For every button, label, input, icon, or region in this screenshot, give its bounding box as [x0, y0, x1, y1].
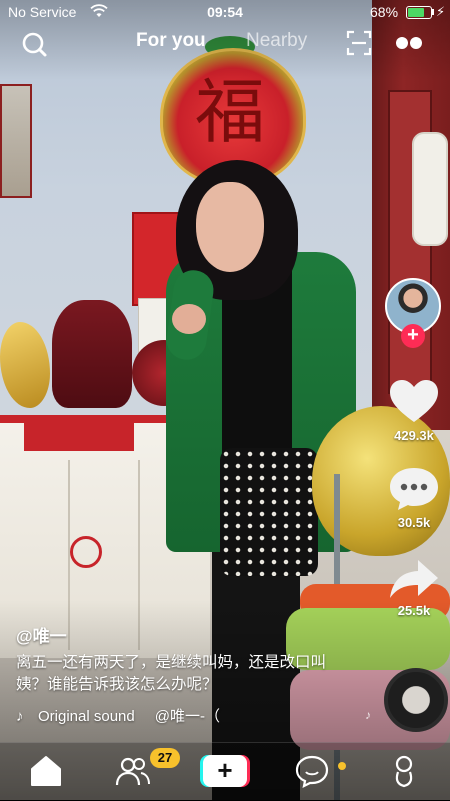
cabinet-drawer — [24, 415, 134, 451]
share-count: 25.5k — [397, 603, 431, 618]
wall-poster — [0, 84, 32, 198]
battery-percent: 68% — [370, 4, 399, 20]
share-icon[interactable] — [386, 556, 442, 602]
sound-link[interactable]: ♪ Original sound @唯一-（ — [16, 705, 276, 727]
status-bar: No Service 09:54 68% ⚡ — [0, 0, 450, 26]
battery-level — [408, 8, 425, 17]
tab-nearby[interactable]: Nearby — [246, 30, 307, 52]
follow-plus-icon[interactable]: + — [401, 324, 425, 348]
battery-icon — [406, 6, 432, 19]
sound-artist: @唯一-（ — [154, 708, 220, 725]
profile-icon[interactable] — [384, 751, 424, 791]
like-count: 429.3k — [394, 428, 434, 443]
handbag — [220, 448, 318, 576]
person-hand — [172, 304, 206, 334]
music-disc-icon[interactable] — [384, 668, 448, 732]
fu-character: 福 — [195, 71, 265, 153]
inbox-dot — [338, 762, 346, 770]
inbox-icon[interactable] — [292, 751, 332, 791]
sound-title: Original sound — [38, 708, 135, 725]
creator-username[interactable]: @唯一 — [16, 622, 67, 647]
home-icon[interactable] — [26, 751, 66, 791]
scan-icon[interactable] — [346, 30, 372, 56]
horse-statue — [52, 300, 132, 408]
music-note-icon: ♪ — [365, 708, 371, 722]
video-caption: 离五一还有两天了，是继续叫妈，还是改口叫姨？谁能告诉我该怎么办呢？ — [16, 654, 327, 693]
bottom-tab-bar: + — [0, 742, 450, 801]
bolt-icon: ⚡ — [436, 4, 446, 19]
tab-for-you[interactable]: For you — [136, 30, 206, 52]
friends-icon[interactable] — [113, 751, 153, 791]
comment-icon[interactable] — [386, 466, 442, 512]
wall-phone — [412, 132, 448, 246]
person-face — [196, 182, 264, 272]
friends-badge: 27 — [150, 748, 180, 768]
more-icon[interactable] — [394, 32, 424, 54]
create-button[interactable]: + — [200, 755, 250, 787]
cabinet-ornament — [70, 536, 102, 568]
search-icon[interactable] — [20, 30, 48, 58]
battery-tip — [432, 9, 434, 15]
heart-icon[interactable] — [386, 378, 442, 424]
create-plus: + — [203, 755, 247, 787]
comment-count: 30.5k — [397, 515, 431, 530]
music-note-icon: ♪ — [16, 708, 24, 725]
top-nav: For you Nearby — [0, 26, 450, 60]
